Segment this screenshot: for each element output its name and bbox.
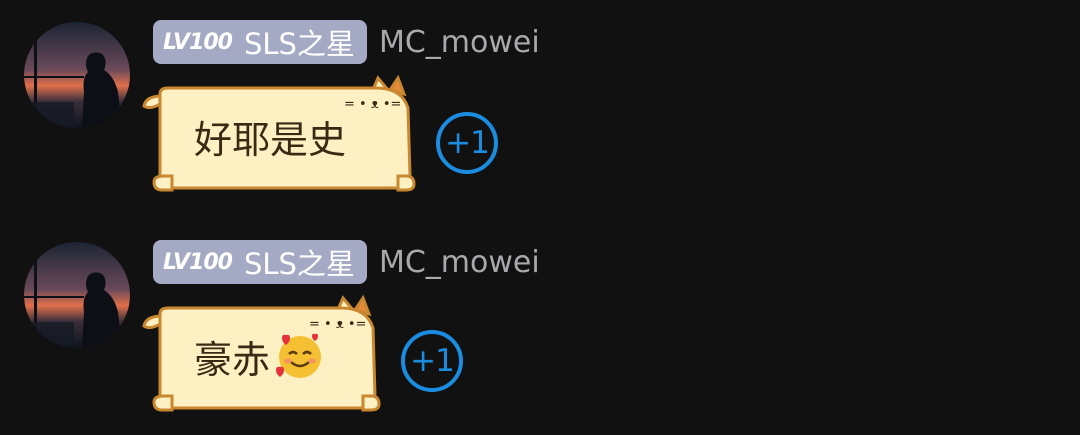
message-text-content: 好耶是史 [194, 117, 347, 162]
username[interactable]: MC_mowei [379, 25, 540, 60]
chat-message: LV100 SLS之星 MC_mowei = • ᴥ •= 豪赤 +1 [0, 220, 1080, 435]
plus-one-reaction-button[interactable]: +1 [436, 112, 498, 174]
reaction-label: +1 [445, 125, 490, 161]
message-bubble[interactable]: = • ᴥ •= 好耶是史 [140, 72, 416, 200]
level-badge: LV100 [163, 249, 233, 275]
smiling-face-with-hearts-icon [274, 330, 326, 382]
message-bubble[interactable]: = • ᴥ •= 豪赤 [140, 292, 381, 420]
avatar[interactable] [24, 22, 130, 128]
user-title: SLS之星 [243, 27, 355, 61]
user-title: SLS之星 [243, 247, 355, 281]
reaction-label: +1 [410, 343, 455, 379]
user-title-badge[interactable]: LV100 SLS之星 [153, 240, 367, 284]
message-header: LV100 SLS之星 MC_mowei [153, 20, 540, 64]
avatar[interactable] [24, 242, 130, 348]
message-header: LV100 SLS之星 MC_mowei [153, 240, 540, 284]
user-title-badge[interactable]: LV100 SLS之星 [153, 20, 367, 64]
plus-one-reaction-button[interactable]: +1 [401, 330, 463, 392]
username[interactable]: MC_mowei [379, 245, 540, 280]
message-text-content: 豪赤 [194, 337, 271, 382]
message-text: 好耶是史 [194, 72, 346, 200]
level-badge: LV100 [163, 29, 233, 55]
svg-text:= • ᴥ •=: = • ᴥ •= [344, 97, 401, 112]
chat-message: LV100 SLS之星 MC_mowei = • ᴥ •= 好耶是史 +1 [0, 0, 1080, 215]
message-text: 豪赤 [194, 292, 326, 420]
